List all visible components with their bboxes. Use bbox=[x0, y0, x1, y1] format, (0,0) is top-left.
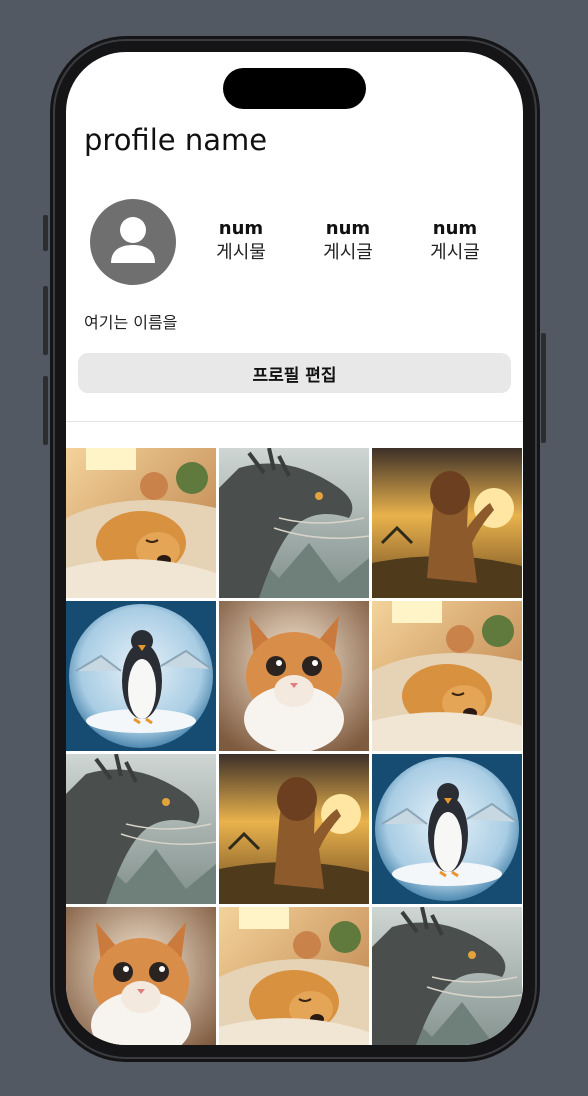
photo-tile-penguin[interactable] bbox=[66, 601, 216, 751]
divider bbox=[66, 421, 523, 422]
volume-up-button bbox=[43, 286, 48, 355]
dragon-image bbox=[372, 907, 522, 1045]
dragon-image bbox=[66, 754, 216, 904]
stat-value: num bbox=[432, 218, 478, 239]
edit-profile-button[interactable]: 프로필 편집 bbox=[78, 353, 511, 393]
photo-tile-dragon[interactable] bbox=[219, 448, 369, 598]
app-screen: profile name num 게시물 num 게시글 num 게시글 여기는… bbox=[66, 52, 523, 1045]
photo-tile-dragon[interactable] bbox=[66, 754, 216, 904]
stat-value: num bbox=[218, 218, 264, 239]
penguin-image bbox=[372, 754, 522, 904]
photo-tile-sleeping-puppy[interactable] bbox=[372, 601, 522, 751]
avatar[interactable] bbox=[90, 199, 176, 285]
stat-following[interactable]: num 게시글 bbox=[410, 218, 500, 266]
sleeping-puppy-image bbox=[219, 907, 369, 1045]
photo-grid bbox=[66, 448, 523, 1045]
stat-label: 게시글 bbox=[430, 242, 480, 263]
cat-image bbox=[66, 907, 216, 1045]
photo-tile-cat[interactable] bbox=[219, 601, 369, 751]
sleeping-puppy-image bbox=[66, 448, 216, 598]
dragon-image bbox=[219, 448, 369, 598]
stat-followers[interactable]: num 게시글 bbox=[303, 218, 393, 266]
photo-tile-lion[interactable] bbox=[372, 448, 522, 598]
photo-tile-penguin[interactable] bbox=[372, 754, 522, 904]
penguin-image bbox=[66, 601, 216, 751]
power-button bbox=[541, 333, 546, 443]
sleeping-puppy-image bbox=[372, 601, 522, 751]
photo-tile-dragon[interactable] bbox=[372, 907, 522, 1045]
profile-name: profile name bbox=[84, 123, 268, 157]
stat-label: 게시글 bbox=[323, 242, 373, 263]
dynamic-island bbox=[223, 68, 366, 109]
volume-down-button bbox=[43, 376, 48, 445]
stat-value: num bbox=[325, 218, 371, 239]
lion-image bbox=[372, 448, 522, 598]
photo-tile-lion[interactable] bbox=[219, 754, 369, 904]
photo-tile-cat[interactable] bbox=[66, 907, 216, 1045]
action-button bbox=[43, 215, 48, 251]
lion-image bbox=[219, 754, 369, 904]
photo-tile-sleeping-puppy[interactable] bbox=[66, 448, 216, 598]
cat-image bbox=[219, 601, 369, 751]
photo-tile-sleeping-puppy[interactable] bbox=[219, 907, 369, 1045]
stat-label: 게시물 bbox=[216, 242, 266, 263]
person-icon bbox=[111, 217, 155, 263]
bio-text: 여기는 이름을 bbox=[84, 313, 178, 332]
stat-posts[interactable]: num 게시물 bbox=[196, 218, 286, 266]
